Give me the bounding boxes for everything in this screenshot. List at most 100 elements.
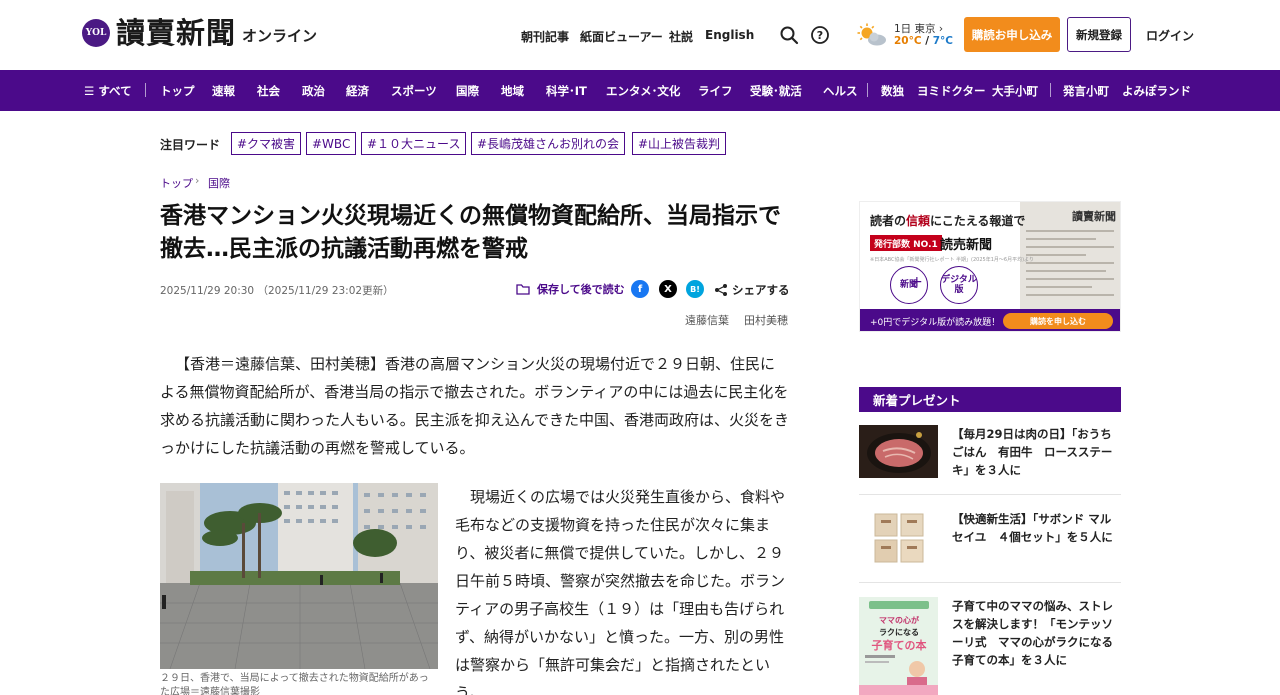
facebook-icon[interactable]: f [631, 280, 649, 298]
nav-editorial[interactable]: 社説 [669, 28, 693, 45]
login-link[interactable]: ログイン [1146, 27, 1194, 44]
save-label: 保存して後で読む [537, 283, 625, 296]
text-line [1026, 286, 1092, 288]
share-button[interactable]: シェアする [714, 282, 790, 298]
subscribe-button[interactable]: 購読お申し込み [964, 17, 1060, 52]
article-date: 2025/11/29 20:30 （2025/11/29 23:02更新） [160, 283, 394, 298]
present-item[interactable]: 【快適新生活】「サボンド マルセイユ ４個セット」を５人に [859, 508, 1121, 568]
present-item[interactable]: 【毎月29日は肉の日】「おうちごはん 有田牛 ロースステーキ」を３人に [859, 425, 1121, 480]
nav-all-label: すべて [98, 84, 132, 98]
nav-international[interactable]: 国際 [456, 83, 479, 99]
nav-separator [1050, 83, 1051, 97]
nav-separator [867, 83, 868, 97]
temp-high: 20°C [894, 35, 922, 47]
text-line [1026, 270, 1106, 272]
nav-local[interactable]: 地域 [501, 83, 524, 99]
article-body: 現場近くの広場では火災発生直後から、食料や毛布などの支援物資を持った住民が次々に… [455, 488, 786, 695]
text-line [1026, 278, 1114, 280]
text-line [1026, 230, 1114, 232]
weather-city: 1日 東京 › [894, 23, 944, 35]
nav-paper-viewer[interactable]: 紙面ビューアー [580, 28, 663, 45]
temp-low: 7°C [932, 35, 953, 47]
tag-wbc[interactable]: #WBC [306, 132, 357, 155]
tag-top10-news[interactable]: #１０大ニュース [361, 132, 467, 155]
nav-all[interactable]: ☰ すべて [84, 83, 132, 99]
temp-sep: / [921, 35, 933, 47]
soap-image [859, 508, 938, 568]
ad-bottom-bar: +0円でデジタル版が読み放題！ 購読を申し込む [860, 309, 1120, 331]
nav-hatsugen-komachi[interactable]: 発言小町 [1063, 83, 1109, 99]
nav-top[interactable]: トップ [160, 83, 195, 99]
ad-headline: 読者の信頼にこたえる報道で [870, 212, 1025, 229]
divider [859, 494, 1121, 495]
tag-bear-damage[interactable]: #クマ被害 [231, 132, 302, 155]
ad-subscribe-button[interactable]: 購読を申し込む [1003, 313, 1113, 329]
text-line [1026, 262, 1114, 264]
folder-icon [516, 283, 530, 295]
nav-morning-edition[interactable]: 朝刊記事 [521, 28, 569, 45]
article-lead: 【香港＝遠藤信葉、田村美穂】香港の高層マンション火災の現場付近で２９日朝、住民に… [160, 355, 789, 457]
author-name: 田村美穂 [744, 314, 788, 327]
help-icon[interactable]: ? [810, 25, 830, 45]
steak-thumbnail [859, 425, 938, 478]
svg-text:ママの心が: ママの心が [879, 615, 920, 625]
logo-sub: オンライン [242, 26, 318, 45]
category-navbar: ☰ すべて トップ 速報 社会 政治 経済 スポーツ 国際 地域 科学･IT エ… [0, 70, 1280, 111]
text-line [1026, 246, 1114, 248]
nav-health[interactable]: ヘルス [823, 83, 858, 99]
plaza-photo-illustration [160, 483, 438, 669]
nav-sports[interactable]: スポーツ [391, 83, 437, 99]
nav-life[interactable]: ライフ [698, 83, 733, 99]
publish-date: 2025/11/29 20:30 [160, 285, 255, 297]
present-text: 子育て中のママの悩み、ストレスを解決します！「モンテッソーリ式 ママの心がラクに… [952, 599, 1113, 667]
site-logo[interactable]: YOL 讀賣新聞 オンライン [82, 16, 317, 50]
nav-society[interactable]: 社会 [257, 83, 280, 99]
nav-breaking[interactable]: 速報 [212, 83, 235, 99]
breadcrumb-chevron-icon: › [195, 174, 200, 187]
present-text: 【毎月29日は肉の日】「おうちごはん 有田牛 ロースステーキ」を３人に [952, 427, 1113, 477]
article-photo[interactable] [160, 483, 438, 669]
nav-yomidoctor[interactable]: ヨミドクター [917, 83, 986, 99]
trending-label: 注目ワード [160, 138, 221, 152]
book-thumbnail: ママの心が ラクになる 子育ての本 [859, 597, 938, 695]
register-button[interactable]: 新規登録 [1067, 17, 1131, 52]
ad-headline-highlight: 信頼 [906, 214, 931, 228]
svg-text:?: ? [817, 29, 823, 42]
circulation-badge: 発行部数 NO.1 [870, 235, 942, 251]
article-title: 香港マンション火災現場近くの無償物資配給所、当局指示で撤去…民主派の抗議活動再燃… [160, 203, 781, 262]
photo-caption: ２９日、香港で、当局によって撤去された物資配給所があった広場＝遠藤信葉撮影 [160, 673, 429, 695]
nav-otekomachi[interactable]: 大手小町 [992, 83, 1038, 99]
nav-economy[interactable]: 経済 [346, 83, 369, 99]
ad-headline-pre: 読者の [870, 214, 907, 228]
search-icon[interactable] [779, 25, 799, 45]
tag-yamagami-trial[interactable]: #山上被告裁判 [632, 132, 727, 155]
ad-headline-post: にこたえる報道で [930, 214, 1026, 228]
nav-sudoku[interactable]: 数独 [881, 83, 904, 99]
nav-english[interactable]: English [705, 28, 754, 42]
updated-date: （2025/11/29 23:02更新） [257, 285, 394, 297]
newspaper-logo: 讀賣新聞 [1072, 210, 1116, 223]
nav-yomipo-land[interactable]: よみぽランド [1122, 83, 1191, 99]
divider [859, 582, 1121, 583]
new-presents-heading: 新着プレゼント [859, 387, 1121, 412]
subscription-ad-banner[interactable]: 讀賣新聞 読者の信頼にこたえる報道で 発行部数 NO.1 読売新聞 ※日本ABC… [859, 201, 1121, 332]
yol-badge: YOL [82, 19, 110, 47]
book-cover-image: ママの心が ラクになる 子育ての本 [859, 597, 938, 695]
present-item[interactable]: ママの心が ラクになる 子育ての本 子育て中のママの悩み、ストレスを解決します！… [859, 597, 1121, 695]
save-for-later-button[interactable]: 保存して後で読む [516, 281, 625, 297]
nav-politics[interactable]: 政治 [302, 83, 325, 99]
breadcrumb-international[interactable]: 国際 [208, 175, 230, 191]
svg-text:ラクになる: ラクになる [879, 627, 919, 637]
ad-paper-name: 読売新聞 [940, 238, 993, 253]
ad-bar-text: +0円でデジタル版が読み放題！ [870, 318, 1001, 328]
nav-exam-job[interactable]: 受験･就活 [750, 83, 802, 99]
hatena-bookmark-icon[interactable]: B! [686, 280, 704, 298]
nav-entertainment[interactable]: エンタメ･文化 [606, 83, 680, 99]
x-icon[interactable]: X [659, 280, 677, 298]
text-line [1026, 294, 1114, 296]
text-line [1026, 238, 1096, 240]
logo-text: 讀賣新聞 [116, 16, 237, 50]
tag-nagashima[interactable]: #長嶋茂雄さんお別れの会 [471, 132, 626, 155]
breadcrumb-top[interactable]: トップ [160, 175, 193, 191]
nav-science-it[interactable]: 科学･IT [546, 83, 587, 99]
